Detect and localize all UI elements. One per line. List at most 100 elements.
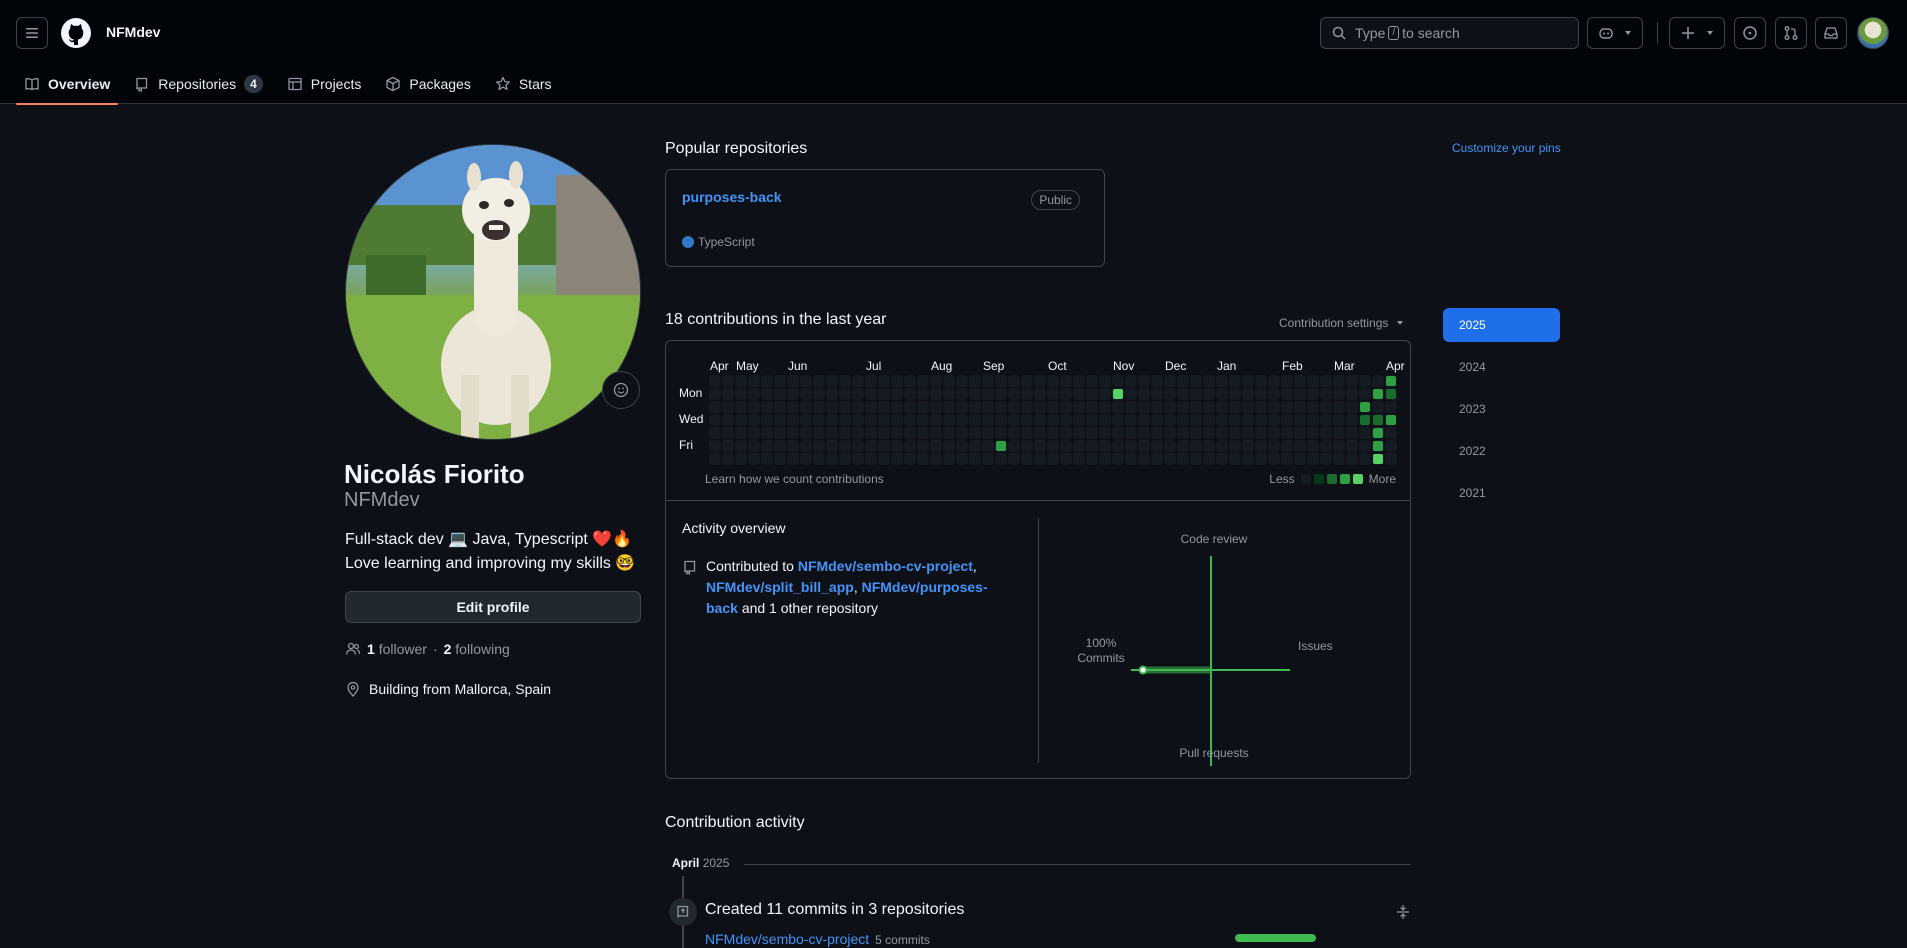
contribution-cell[interactable] (904, 427, 916, 439)
contribution-cell[interactable] (943, 388, 955, 400)
menu-button[interactable] (16, 17, 48, 49)
contribution-cell[interactable] (1034, 453, 1046, 465)
contribution-cell[interactable] (813, 401, 825, 413)
pinned-repo-link[interactable]: purposes-back (682, 189, 782, 205)
contribution-cell[interactable] (1268, 414, 1280, 426)
contribution-cell[interactable] (1255, 453, 1267, 465)
contribution-cell[interactable] (1099, 375, 1111, 387)
contribution-cell[interactable] (709, 388, 721, 400)
contribution-cell[interactable] (930, 388, 942, 400)
contribution-cell[interactable] (748, 388, 760, 400)
create-new-button[interactable] (1669, 17, 1725, 49)
contribution-cell[interactable] (813, 453, 825, 465)
contribution-cell[interactable] (813, 388, 825, 400)
contribution-cell[interactable] (1138, 453, 1150, 465)
contribution-cell[interactable] (735, 375, 747, 387)
contribution-cell[interactable] (1320, 440, 1332, 452)
contribution-cell[interactable] (1203, 375, 1215, 387)
contribution-cell[interactable] (1125, 401, 1137, 413)
contribution-cell[interactable] (787, 375, 799, 387)
contribution-cell[interactable] (1307, 414, 1319, 426)
contribution-cell[interactable] (852, 375, 864, 387)
contribution-cell[interactable] (917, 401, 929, 413)
contribution-cell[interactable] (1242, 401, 1254, 413)
contribution-cell[interactable] (800, 414, 812, 426)
owner-name-link[interactable]: NFMdev (106, 24, 160, 40)
contribution-cell[interactable] (956, 401, 968, 413)
contribution-cell[interactable] (1060, 388, 1072, 400)
contribution-cell[interactable] (813, 427, 825, 439)
contribution-cell[interactable] (761, 427, 773, 439)
contribution-cell[interactable] (1034, 414, 1046, 426)
contribution-cell[interactable] (1073, 414, 1085, 426)
contribution-cell[interactable] (1047, 427, 1059, 439)
contribution-cell[interactable] (1047, 388, 1059, 400)
contribution-cell[interactable] (1034, 401, 1046, 413)
contribution-cell[interactable] (826, 414, 838, 426)
contribution-cell[interactable] (1047, 453, 1059, 465)
contribution-cell[interactable] (1021, 453, 1033, 465)
contribution-cell[interactable] (1099, 414, 1111, 426)
collapse-icon[interactable] (1396, 904, 1410, 920)
contribution-cell[interactable] (904, 388, 916, 400)
contribution-cell[interactable] (800, 401, 812, 413)
contribution-cell[interactable] (904, 414, 916, 426)
contribution-cell[interactable] (748, 427, 760, 439)
contribution-cell[interactable] (1112, 414, 1124, 426)
contribution-cell[interactable] (891, 375, 903, 387)
contribution-cell[interactable] (1307, 427, 1319, 439)
contribution-cell[interactable] (956, 440, 968, 452)
contribution-cell[interactable] (1164, 453, 1176, 465)
contribution-cell[interactable] (891, 440, 903, 452)
contribution-cell[interactable] (969, 375, 981, 387)
contribution-cell[interactable] (1177, 440, 1189, 452)
contribution-cell[interactable] (943, 414, 955, 426)
contribution-cell[interactable] (1177, 401, 1189, 413)
contribution-cell[interactable] (1294, 414, 1306, 426)
contribution-cell[interactable] (852, 388, 864, 400)
contribution-cell[interactable] (943, 453, 955, 465)
contribution-cell[interactable] (748, 414, 760, 426)
contribution-cell[interactable] (709, 427, 721, 439)
contribution-cell[interactable] (1099, 388, 1111, 400)
contribution-cell[interactable] (735, 414, 747, 426)
contribution-cell[interactable] (1385, 388, 1397, 400)
contribution-cell[interactable] (1281, 388, 1293, 400)
contribution-cell[interactable] (1034, 388, 1046, 400)
commit-count[interactable]: 5 commits (875, 933, 930, 947)
edit-profile-button[interactable]: Edit profile (345, 591, 641, 623)
contribution-cell[interactable] (748, 440, 760, 452)
contribution-cell[interactable] (969, 427, 981, 439)
contribution-cell[interactable] (1190, 414, 1202, 426)
contribution-cell[interactable] (1255, 414, 1267, 426)
contribution-cell[interactable] (1268, 388, 1280, 400)
contribution-cell[interactable] (891, 388, 903, 400)
contribution-cell[interactable] (1307, 388, 1319, 400)
contribution-cell[interactable] (1008, 427, 1020, 439)
contribution-cell[interactable] (1359, 375, 1371, 387)
tab-packages[interactable]: Packages (377, 64, 478, 104)
repo-link-sembo-cv-project[interactable]: NFMdev/sembo-cv-project (798, 558, 973, 574)
followers-link[interactable]: 1 follower (367, 641, 427, 657)
contribution-cell[interactable] (982, 401, 994, 413)
contribution-cell[interactable] (1385, 414, 1397, 426)
contribution-cell[interactable] (1229, 440, 1241, 452)
contribution-cell[interactable] (1203, 440, 1215, 452)
contribution-cell[interactable] (995, 388, 1007, 400)
contribution-cell[interactable] (995, 427, 1007, 439)
contribution-cell[interactable] (1177, 414, 1189, 426)
contribution-cell[interactable] (1021, 440, 1033, 452)
contribution-cell[interactable] (1125, 453, 1137, 465)
contribution-cell[interactable] (1281, 401, 1293, 413)
contribution-cell[interactable] (1125, 427, 1137, 439)
contribution-cell[interactable] (943, 440, 955, 452)
contribution-cell[interactable] (1385, 427, 1397, 439)
contribution-cell[interactable] (1242, 388, 1254, 400)
contribution-cell[interactable] (995, 401, 1007, 413)
contribution-cell[interactable] (1229, 375, 1241, 387)
contribution-cell[interactable] (1268, 401, 1280, 413)
tab-repositories[interactable]: Repositories 4 (126, 64, 271, 104)
contribution-cell[interactable] (865, 453, 877, 465)
contribution-cell[interactable] (1229, 427, 1241, 439)
contribution-cell[interactable] (735, 427, 747, 439)
